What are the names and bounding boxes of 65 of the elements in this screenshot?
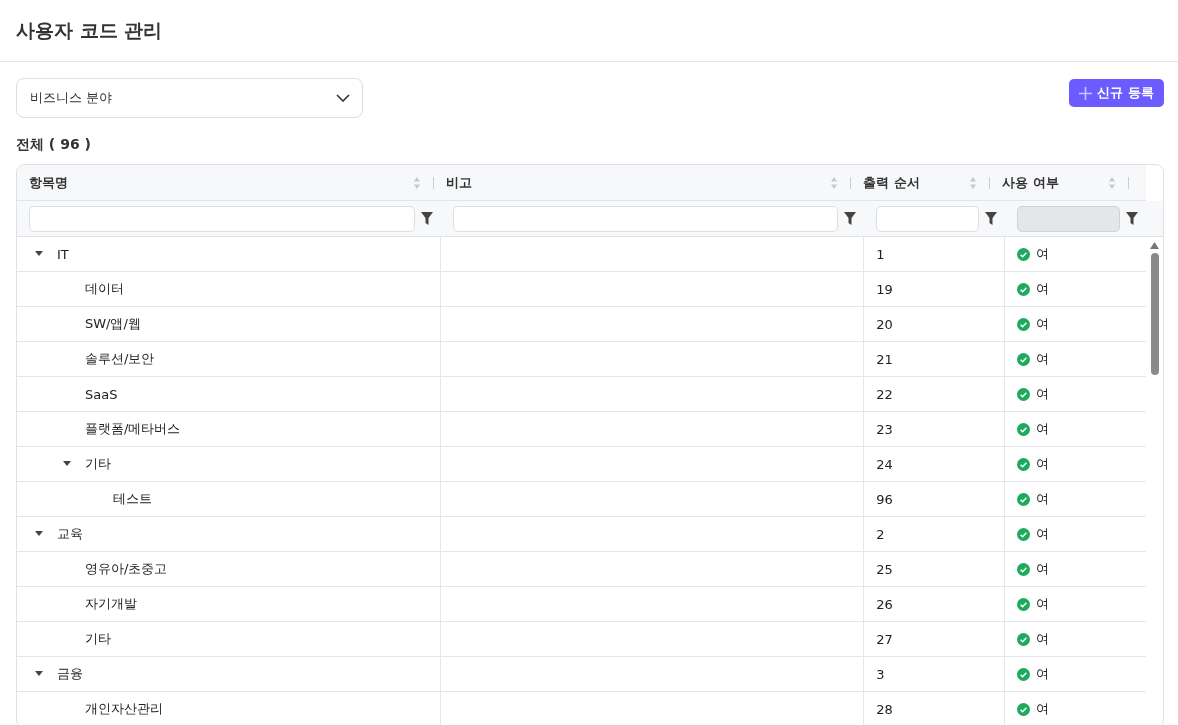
order-text: 21: [876, 351, 893, 367]
order-text: 96: [876, 491, 893, 507]
item-name: 기타: [85, 455, 111, 473]
order-text: 19: [876, 281, 893, 297]
order-text: 23: [876, 421, 893, 437]
item-name: 데이터: [85, 280, 124, 298]
use-text: 여: [1036, 490, 1050, 508]
use-text: 여: [1036, 315, 1050, 333]
use-text: 여: [1036, 525, 1050, 543]
filter-icon[interactable]: [844, 212, 857, 225]
caret-icon[interactable]: [35, 251, 43, 257]
plus-icon: [1079, 86, 1093, 100]
item-name: 플랫폼/메타버스: [85, 420, 181, 438]
column-header[interactable]: 출력 순서: [863, 173, 970, 192]
use-text: 여: [1036, 630, 1050, 648]
use-text: 여: [1036, 455, 1050, 473]
order-text: 28: [876, 701, 893, 717]
filter-field[interactable]: [29, 205, 415, 232]
caret-icon[interactable]: [35, 531, 43, 537]
use-text: 여: [1036, 560, 1050, 578]
filter-icon[interactable]: [1126, 212, 1139, 225]
chevron-down-icon: [336, 94, 350, 102]
caret-icon[interactable]: [63, 461, 71, 467]
item-name: SW/앱/웹: [85, 315, 141, 333]
order-text: 3: [876, 666, 885, 682]
item-name: IT: [57, 246, 69, 262]
use-text: 여: [1036, 595, 1050, 613]
category-select[interactable]: 비즈니스 분야: [16, 78, 363, 118]
order-text: 27: [876, 631, 893, 647]
item-name: 솔루션/보안: [85, 350, 155, 368]
order-text: 1: [876, 246, 885, 262]
order-text: 20: [876, 316, 893, 332]
caret-icon[interactable]: [35, 671, 43, 677]
order-text: 26: [876, 596, 893, 612]
order-text: 24: [876, 456, 893, 472]
page-title: 사용자 코드 관리: [16, 17, 163, 43]
column-header[interactable]: 비고: [446, 173, 831, 192]
use-text: 여: [1036, 420, 1050, 438]
column-header[interactable]: 사용 여부: [1002, 173, 1109, 192]
total-count: 전체 ( 96 ): [16, 136, 92, 154]
item-name: 자기개발: [85, 595, 137, 613]
use-text: 여: [1036, 665, 1050, 683]
item-name: 개인자산관리: [85, 700, 163, 718]
filter-icon[interactable]: [420, 212, 433, 225]
use-text: 여: [1036, 245, 1050, 263]
item-name: 테스트: [113, 490, 152, 508]
item-name: 교육: [57, 525, 83, 543]
use-text: 여: [1036, 280, 1050, 298]
item-name: 기타: [85, 630, 111, 648]
scrollbar-thumb[interactable]: [1150, 253, 1159, 375]
new-button[interactable]: 신규 등록: [1069, 79, 1164, 107]
use-text: 여: [1036, 700, 1050, 718]
item-name: 영유아/초중고: [85, 560, 168, 578]
order-text: 25: [876, 561, 893, 577]
filter-icon[interactable]: [985, 212, 998, 225]
use-text: 여: [1036, 385, 1050, 403]
order-text: 2: [876, 526, 885, 542]
scroll-up-icon[interactable]: [1150, 242, 1159, 249]
use-text: 여: [1036, 350, 1050, 368]
order-text: 22: [876, 386, 893, 402]
column-header[interactable]: 항목명: [29, 173, 414, 192]
item-name: 금융: [57, 665, 83, 683]
filter-field[interactable]: [876, 205, 980, 232]
filter-field[interactable]: [452, 205, 839, 232]
item-name: SaaS: [85, 386, 118, 402]
